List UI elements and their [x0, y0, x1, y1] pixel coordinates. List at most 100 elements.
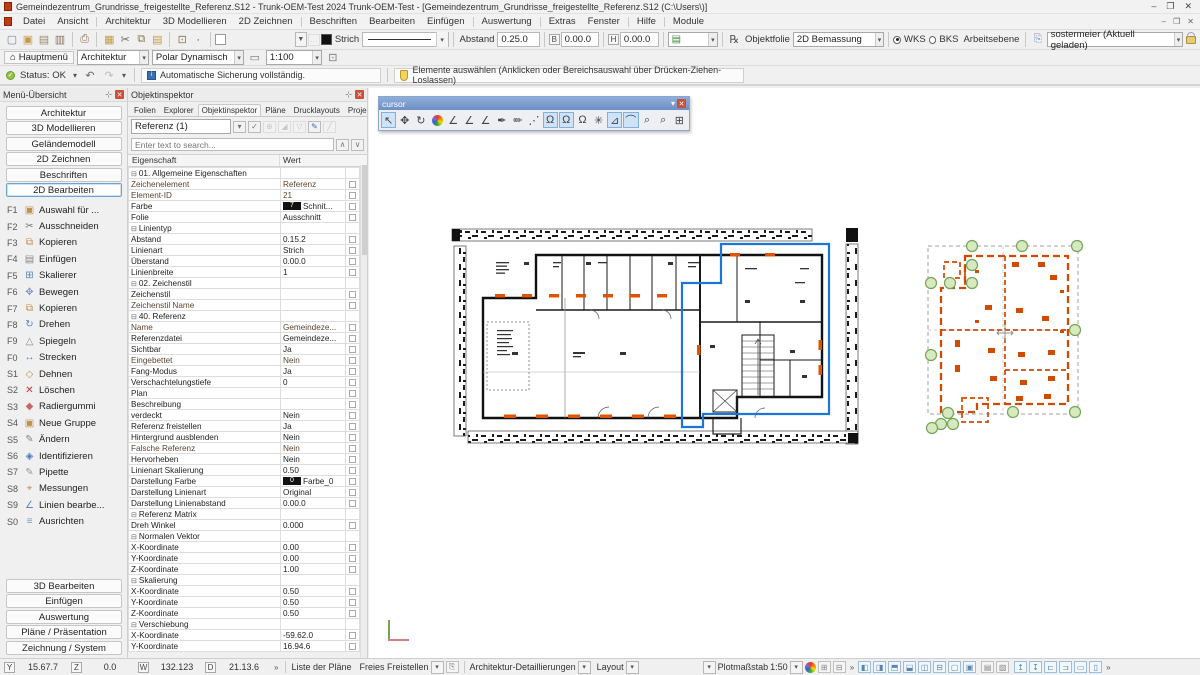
property-checkbox[interactable]: [348, 323, 356, 331]
layout-label[interactable]: Layout: [597, 662, 624, 672]
property-row[interactable]: ⊟Y-Koordinate 16.94.6: [128, 640, 361, 652]
property-checkbox[interactable]: [348, 488, 356, 496]
inspector-close-icon[interactable]: ✕: [355, 90, 364, 99]
sidebar-tool-item[interactable]: S0 ≡ Ausrichten: [0, 513, 127, 529]
sidebar-category-button[interactable]: Architektur: [5, 105, 122, 120]
add-button[interactable]: ⊕: [263, 120, 276, 133]
sidebar-tool-item[interactable]: F7 ⧉ Kopieren: [0, 300, 127, 316]
sidebar-category-button[interactable]: 2D Bearbeiten: [5, 183, 122, 197]
property-row[interactable]: ⊟Dreh Winkel 0.000: [128, 519, 361, 531]
property-row[interactable]: ⊟Darstellung Linienart Original: [128, 486, 361, 498]
plan-dropdown[interactable]: ▾: [430, 660, 444, 674]
property-checkbox[interactable]: [348, 455, 356, 463]
menu-item[interactable]: Bearbeiten: [363, 15, 421, 28]
property-row[interactable]: ⊟Element-ID 21: [128, 189, 361, 201]
property-checkbox[interactable]: [348, 565, 356, 573]
property-row[interactable]: ⊟X-Koordinate 0.00: [128, 541, 361, 553]
sidebar-tool-item[interactable]: S5 ✎ Ändern: [0, 431, 127, 447]
sidebar-category-button[interactable]: 2D Zeichnen: [5, 152, 122, 166]
property-row[interactable]: ⊟Eingebettet Nein: [128, 354, 361, 366]
property-row[interactable]: ⊟Überstand 0.00.0: [128, 255, 361, 267]
toolbar-icon[interactable]: ▢: [4, 32, 20, 47]
menu-item[interactable]: 2D Zeichnen: [233, 15, 299, 28]
snap-mode-select[interactable]: Polar Dynamisch ▾: [151, 50, 244, 65]
property-row[interactable]: ⊟Darstellung Farbe 0Farbe_0: [128, 475, 361, 487]
reference-center-handle[interactable]: [996, 325, 1014, 341]
property-row[interactable]: ⊟Z-Koordinate 1.00: [128, 563, 361, 575]
menu-item[interactable]: Auswertung: [476, 15, 538, 28]
inspector-tab[interactable]: Drucklayouts: [290, 104, 344, 116]
inspector-scrollbar[interactable]: [360, 165, 367, 658]
inspector-tab[interactable]: Pläne: [261, 104, 289, 116]
property-row[interactable]: ⊟Y-Koordinate 0.00: [128, 552, 361, 564]
cursor-tool-icon[interactable]: ✒: [494, 112, 509, 128]
property-checkbox[interactable]: [348, 389, 356, 397]
window-arrange-icon[interactable]: ◧: [858, 661, 872, 673]
property-checkbox[interactable]: [348, 213, 356, 221]
property-row[interactable]: ⊟Linienart Strich: [128, 244, 361, 256]
sidebar-tool-item[interactable]: F6 ✥ Bewegen: [0, 284, 127, 300]
cursor-tool-icon[interactable]: ⋰: [526, 112, 541, 128]
cursor-tool-icon[interactable]: ⌒: [623, 112, 639, 128]
property-checkbox[interactable]: [348, 411, 356, 419]
property-row[interactable]: ⊟Zeichenstil: [128, 288, 361, 300]
property-search-input[interactable]: [131, 138, 334, 151]
property-checkbox[interactable]: [348, 257, 356, 265]
property-checkbox[interactable]: [348, 521, 356, 529]
property-row[interactable]: ⊟ Linientyp: [128, 222, 361, 234]
menu-item[interactable]: Extras: [543, 15, 582, 28]
sidebar-tool-item[interactable]: S3 ◆ Radiergummi: [0, 399, 127, 415]
pin-icon[interactable]: ⊹: [345, 90, 352, 99]
property-checkbox[interactable]: [348, 367, 356, 375]
property-checkbox[interactable]: [348, 180, 356, 188]
menu-item[interactable]: Einfügen: [421, 15, 471, 28]
cursor-tool-icon[interactable]: ✏: [510, 112, 525, 128]
pen-button[interactable]: ╱: [323, 120, 336, 133]
view-tool-icon[interactable]: ↥: [1014, 661, 1028, 673]
property-checkbox[interactable]: [348, 422, 356, 430]
layout-grid-icon[interactable]: ⊡: [325, 50, 341, 65]
cursor-tool-icon[interactable]: Ω: [542, 112, 558, 128]
inspector-tab[interactable]: Objektinspektor: [197, 104, 262, 116]
sidebar-tool-item[interactable]: F5 ⊞ Skalierer: [0, 268, 127, 284]
context-select[interactable]: Architektur ▾: [76, 50, 149, 65]
property-checkbox[interactable]: [348, 631, 356, 639]
property-checkbox[interactable]: [348, 301, 356, 309]
bks-radio[interactable]: [928, 35, 937, 44]
property-checkbox[interactable]: [348, 268, 356, 276]
menu-item[interactable]: Fenster: [582, 15, 626, 28]
window-arrange-icon[interactable]: ◫: [918, 661, 932, 673]
property-row[interactable]: ⊟ Skalierung: [128, 574, 361, 586]
cursor-toolbar-close-icon[interactable]: ✕: [677, 99, 686, 108]
mdi-restore-button[interactable]: ❐: [1173, 17, 1180, 26]
property-row[interactable]: ⊟Name Gemeindeze...: [128, 321, 361, 333]
plot-pre-dropdown[interactable]: ▾: [702, 660, 716, 674]
property-checkbox[interactable]: [348, 191, 356, 199]
window-arrange-icon[interactable]: ▣: [963, 661, 977, 673]
filter-checkbox[interactable]: ✓: [248, 120, 261, 133]
property-row[interactable]: ⊟ Normalen Vektor: [128, 530, 361, 542]
toolbar-icon[interactable]: ▤: [149, 32, 165, 47]
scale-select[interactable]: 1:100 ▾: [265, 50, 322, 65]
sidebar-tool-item[interactable]: F4 ▤ Einfügen: [0, 251, 127, 267]
brush-button[interactable]: ◢: [278, 120, 291, 133]
sidebar-tool-item[interactable]: F8 ↻ Drehen: [0, 317, 127, 333]
b-input[interactable]: 0.00.0: [560, 32, 600, 47]
mdi-close-button[interactable]: ✕: [1187, 17, 1194, 26]
property-checkbox[interactable]: [348, 400, 356, 408]
plot-scale-value[interactable]: 1:50: [770, 662, 788, 672]
menu-item[interactable]: Beschriften: [304, 15, 364, 28]
toolbar-icon[interactable]: ✂: [117, 32, 133, 47]
property-row[interactable]: ⊟Farbe 7Schnit...: [128, 200, 361, 212]
sidebar-tool-item[interactable]: F1 ▣ Auswahl für ...: [0, 202, 127, 218]
cursor-tool-icon[interactable]: Ω: [575, 112, 590, 128]
plot-dropdown[interactable]: ▾: [789, 660, 803, 674]
property-row[interactable]: ⊟Zeichenelement Referenz: [128, 178, 361, 190]
sidebar-category-button[interactable]: Pläne / Präsentation: [6, 625, 122, 639]
cursor-tool-icon[interactable]: ⊞: [672, 112, 687, 128]
toolbar-icon[interactable]: ·: [190, 32, 206, 47]
view-tool-icon[interactable]: ⊏: [1044, 661, 1058, 673]
property-row[interactable]: ⊟Hintergrund ausblenden Nein: [128, 431, 361, 443]
menu-item[interactable]: Architektur: [99, 15, 156, 28]
cursor-tool-icon[interactable]: ∠: [446, 112, 461, 128]
